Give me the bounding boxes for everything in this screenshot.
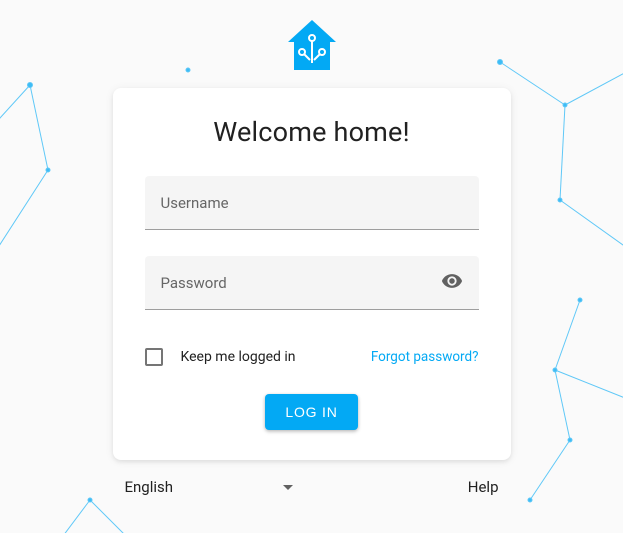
language-label: English (125, 478, 174, 496)
login-button[interactable]: LOG IN (265, 394, 357, 430)
forgot-password-link[interactable]: Forgot password? (371, 349, 479, 365)
password-field[interactable]: Password (145, 256, 479, 310)
page-title: Welcome home! (213, 116, 409, 148)
password-label: Password (161, 274, 227, 292)
keep-logged-in-checkbox[interactable] (145, 348, 163, 366)
username-label: Username (161, 194, 229, 212)
username-field[interactable]: Username (145, 176, 479, 230)
help-link[interactable]: Help (468, 478, 499, 496)
login-card: Welcome home! Username Password Keep me … (113, 88, 511, 460)
show-password-icon[interactable] (441, 270, 463, 296)
app-logo (284, 18, 340, 76)
chevron-down-icon (283, 485, 293, 490)
keep-logged-in-label: Keep me logged in (181, 349, 296, 365)
language-select[interactable]: English (125, 478, 294, 496)
footer-bar: English Help (113, 478, 511, 496)
